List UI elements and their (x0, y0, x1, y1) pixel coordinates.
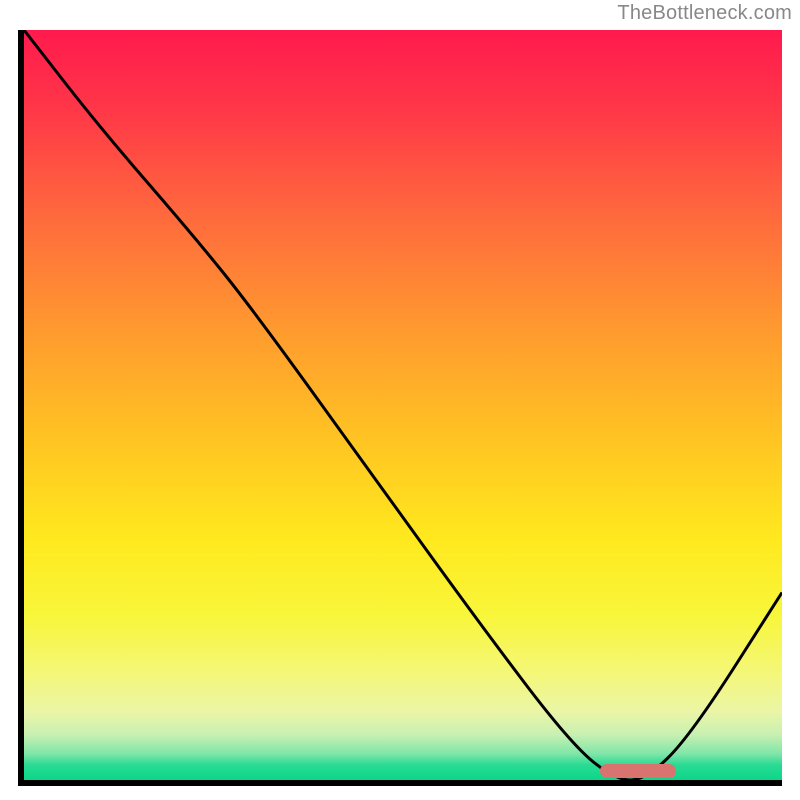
chart-line-path (24, 30, 782, 780)
optimum-marker (600, 764, 676, 778)
attribution-text: TheBottleneck.com (617, 2, 792, 25)
chart-line (24, 30, 782, 780)
chart-frame (18, 30, 782, 786)
chart-plot-area (24, 30, 782, 780)
